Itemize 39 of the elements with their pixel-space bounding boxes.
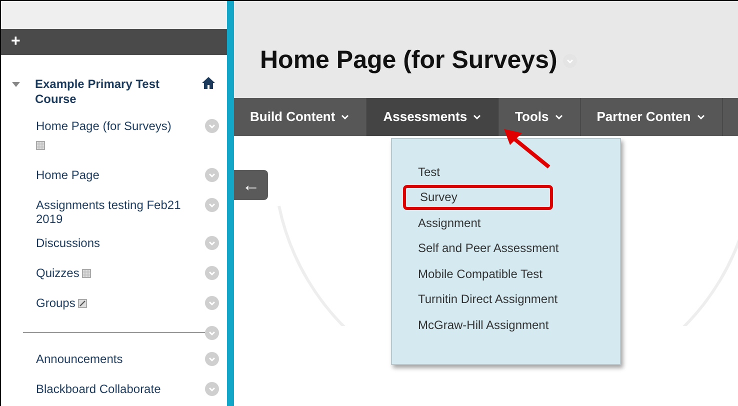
add-button[interactable]: + (1, 29, 30, 56)
edit-icon (78, 299, 88, 308)
menu-item[interactable]: Self and Peer Assessment (418, 236, 594, 261)
collapse-triangle-icon[interactable] (11, 81, 21, 90)
chevron-icon[interactable] (205, 168, 219, 182)
menu-item[interactable]: Survey (403, 184, 553, 210)
chevron-icon[interactable] (205, 236, 219, 250)
page-title: Home Page (for Surveys) (260, 44, 558, 76)
course-title[interactable]: Example Primary Test Course (35, 77, 202, 108)
chevron-icon[interactable] (205, 326, 219, 340)
collapse-button[interactable]: ← (234, 170, 268, 200)
grid-icon (36, 141, 45, 150)
sidebar-link[interactable]: Discussions (36, 236, 205, 250)
nav-tab[interactable]: Assessments (367, 98, 500, 136)
chevron-icon[interactable] (205, 382, 219, 396)
chevron-icon[interactable] (205, 352, 219, 366)
menu-item[interactable]: Turnitin Direct Assignment (418, 286, 594, 312)
home-icon[interactable] (202, 77, 215, 90)
pointer-arrow (502, 127, 552, 169)
caret-icon (554, 113, 564, 121)
caret-icon (696, 113, 706, 121)
sidebar-link[interactable]: Groups (36, 296, 205, 310)
chevron-icon[interactable] (205, 266, 219, 280)
sidebar-link[interactable]: Announcements (36, 352, 205, 366)
caret-icon (340, 113, 350, 121)
sidebar-link[interactable]: Quizzes (36, 266, 205, 280)
sidebar-link[interactable]: Assignments testing Feb21 2019 (36, 198, 205, 226)
sidebar-link[interactable]: Blackboard Collaborate (36, 382, 205, 396)
chevron-icon[interactable] (205, 198, 219, 212)
sidebar-link[interactable]: Home Page (36, 168, 205, 182)
menu-item[interactable]: McGraw-Hill Assignment (418, 312, 594, 338)
menu-item[interactable]: Assignment (418, 210, 594, 236)
caret-icon (472, 113, 482, 121)
sidebar-link[interactable]: Home Page (for Surveys) (36, 119, 205, 134)
chevron-icon[interactable] (205, 296, 219, 310)
chevron-icon[interactable] (205, 119, 219, 134)
grid-icon (82, 269, 92, 278)
menu-item[interactable]: Mobile Compatible Test (418, 261, 594, 286)
menu-item[interactable]: Test (418, 159, 594, 184)
